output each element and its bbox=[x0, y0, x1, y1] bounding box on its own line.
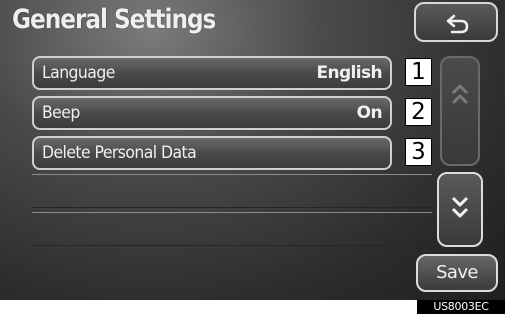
callout-3: 3 bbox=[405, 138, 432, 166]
language-button[interactable]: Language English bbox=[32, 56, 392, 90]
callout-1: 1 bbox=[405, 58, 432, 86]
callout-2: 2 bbox=[405, 98, 432, 126]
language-value: English bbox=[316, 63, 382, 83]
scroll-up-button[interactable] bbox=[440, 56, 480, 166]
settings-screen: General Settings Language English Beep O… bbox=[0, 0, 505, 300]
beep-value: On bbox=[356, 103, 383, 123]
back-arrow-icon bbox=[446, 14, 469, 34]
delete-personal-data-button[interactable]: Delete Personal Data bbox=[32, 136, 392, 170]
image-code-label: US8003EC bbox=[417, 300, 505, 314]
language-label: Language bbox=[42, 63, 115, 83]
empty-list-row bbox=[32, 212, 432, 246]
beep-button[interactable]: Beep On bbox=[32, 96, 392, 130]
empty-list-row bbox=[32, 174, 432, 208]
page-title: General Settings bbox=[12, 4, 216, 35]
beep-label: Beep bbox=[42, 103, 80, 123]
delete-personal-data-label: Delete Personal Data bbox=[42, 143, 197, 163]
double-chevron-up-icon bbox=[451, 84, 469, 105]
save-button[interactable]: Save bbox=[416, 254, 498, 292]
double-chevron-down-icon bbox=[451, 196, 469, 218]
back-button[interactable] bbox=[414, 2, 498, 42]
scroll-down-button[interactable] bbox=[437, 172, 483, 247]
